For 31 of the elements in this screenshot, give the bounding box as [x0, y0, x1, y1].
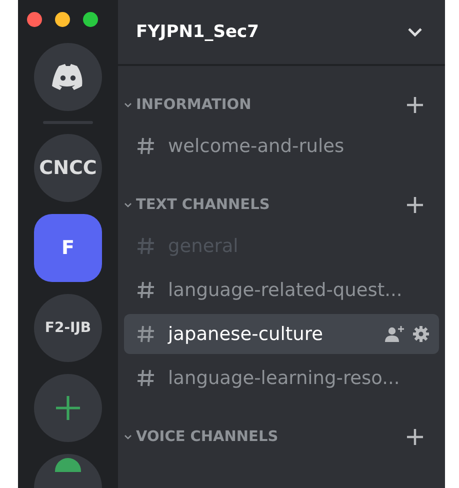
category-header[interactable]: TEXT CHANNELS: [124, 197, 270, 213]
server-name: FYJPN1_Sec7: [136, 22, 259, 42]
caret-icon: [124, 102, 132, 108]
create-channel-icon[interactable]: [407, 197, 423, 213]
close-window-button[interactable]: [27, 12, 42, 27]
channel-item[interactable]: japanese-culture: [124, 314, 439, 354]
hash-icon: [136, 368, 156, 388]
add-person-icon[interactable]: [385, 326, 405, 342]
game-controller-icon: [51, 64, 85, 90]
channel-item[interactable]: language-related-quest...: [124, 270, 439, 310]
category-header[interactable]: VOICE CHANNELS: [124, 429, 278, 445]
create-channel-icon[interactable]: [407, 97, 423, 113]
channel-item[interactable]: language-learning-reso...: [124, 358, 439, 398]
caret-icon: [124, 434, 132, 440]
settings-icon[interactable]: [413, 326, 429, 342]
hash-icon: [136, 324, 156, 344]
hash-icon: [136, 236, 156, 256]
server-icon-button[interactable]: F: [34, 214, 102, 282]
server-icon-button[interactable]: CNCC: [34, 134, 102, 202]
create-channel-icon[interactable]: [407, 429, 423, 445]
caret-icon: [124, 202, 132, 208]
hash-icon: [136, 280, 156, 300]
chevron-down-icon: [407, 27, 423, 37]
channel-item[interactable]: welcome-and-rules: [124, 126, 439, 166]
server-icon-button[interactable]: F2-IJB: [34, 294, 102, 362]
minimize-window-button[interactable]: [55, 12, 70, 27]
maximize-window-button[interactable]: [83, 12, 98, 27]
category-header[interactable]: INFORMATION: [124, 97, 252, 113]
plus-icon: [55, 395, 81, 421]
server-header[interactable]: FYJPN1_Sec7: [118, 0, 445, 66]
hash-icon: [136, 136, 156, 156]
